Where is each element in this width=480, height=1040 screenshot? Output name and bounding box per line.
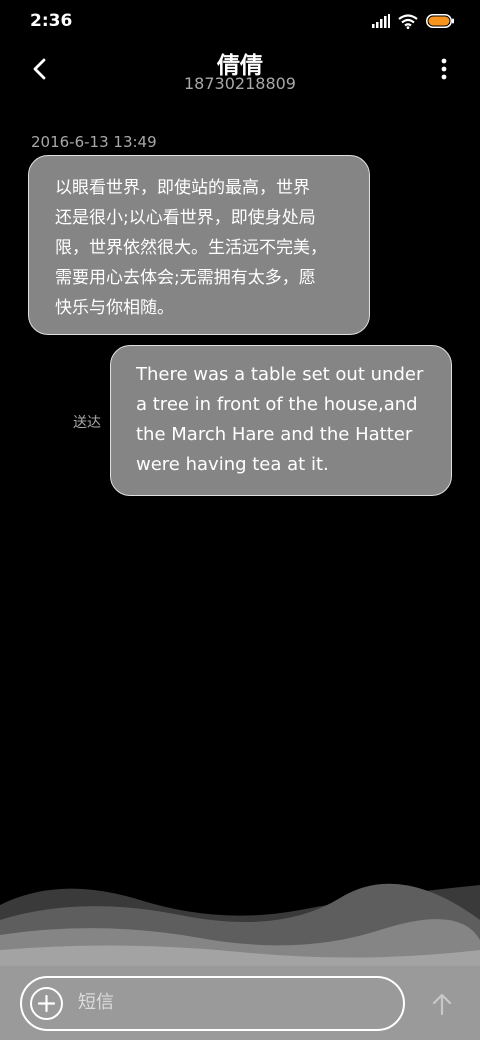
send-button[interactable] (428, 990, 456, 1018)
add-attachment-button[interactable] (30, 987, 63, 1020)
signal-icon (372, 14, 390, 28)
conversation-header: 倩倩 18730218809 (0, 40, 480, 110)
message-composer (0, 966, 480, 1040)
delivery-status: 送达 (73, 415, 101, 431)
incoming-message-bubble[interactable]: 以眼看世界，即使站的最高，世界 还是很小;以心看世界，即使身处局 限，世界依然很… (28, 155, 370, 335)
message-line: 快乐与你相随。 (55, 298, 174, 318)
message-line: 需要用心去体会;无需拥有太多，愿 (55, 268, 316, 288)
message-line: the March Hare and the Hatter (136, 424, 413, 445)
message-line: 以眼看世界，即使站的最高，世界 (55, 178, 310, 198)
message-input[interactable] (78, 992, 378, 1013)
message-line: 还是很小;以心看世界，即使身处局 (55, 208, 316, 228)
message-line: a tree in front of the house,and (136, 394, 418, 415)
outgoing-message-bubble[interactable]: There was a table set out under a tree i… (110, 345, 452, 496)
message-line: were having tea at it. (136, 454, 329, 475)
contact-number: 18730218809 (184, 74, 296, 93)
message-line: 限，世界依然很大。生活远不完美， (55, 238, 327, 258)
status-icons (372, 12, 454, 30)
wifi-icon (398, 13, 418, 29)
plus-icon (38, 995, 55, 1012)
status-time: 2:36 (30, 11, 73, 31)
message-input-container (20, 976, 405, 1031)
message-timestamp: 2016-6-13 13:49 (31, 133, 157, 151)
arrow-up-icon (432, 993, 452, 1015)
more-vertical-icon (441, 58, 447, 80)
decorative-waves (0, 883, 480, 970)
message-line: There was a table set out under (136, 364, 424, 385)
status-bar: 2:36 (0, 0, 480, 40)
more-options-button[interactable] (434, 54, 454, 84)
battery-icon (426, 14, 454, 28)
